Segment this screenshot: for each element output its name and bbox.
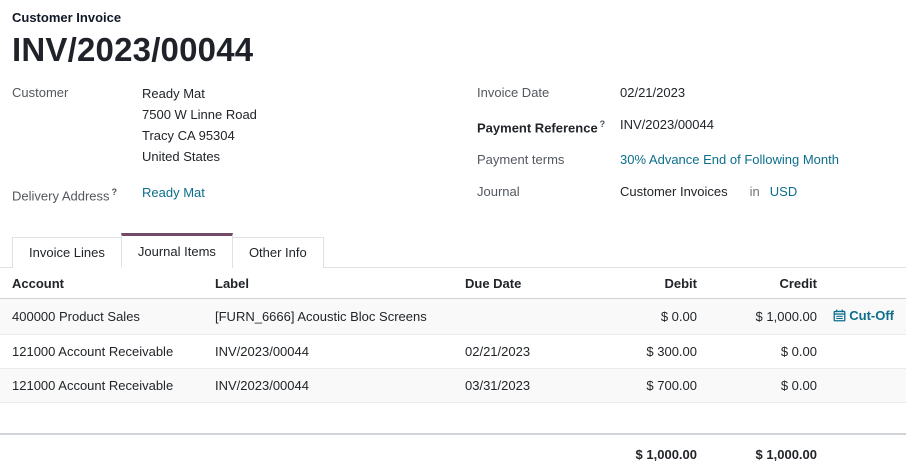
cell-debit: $ 0.00 [577, 300, 697, 333]
journal-items-table: Account Label Due Date Debit Credit 4000… [0, 268, 906, 471]
customer-link[interactable]: Ready Mat [142, 83, 257, 104]
tab-invoice-lines[interactable]: Invoice Lines [12, 237, 122, 268]
field-payment-terms: Payment terms 30% Advance End of Followi… [477, 150, 894, 169]
field-payment-reference: Payment Reference? INV/2023/00044 [477, 115, 894, 137]
customer-address-line: 7500 W Linne Road [142, 104, 257, 125]
payment-terms-label: Payment terms [477, 150, 620, 169]
field-journal: Journal Customer Invoices in USD [477, 182, 894, 201]
payment-terms-link[interactable]: 30% Advance End of Following Month [620, 150, 839, 169]
customer-address-line: Tracy CA 95304 [142, 125, 257, 146]
tab-journal-items[interactable]: Journal Items [121, 233, 233, 268]
cell-due-date [465, 308, 577, 326]
delivery-address-link[interactable]: Ready Mat [142, 183, 205, 205]
notebook-tabs: Invoice Lines Journal Items Other Info [0, 233, 906, 268]
cell-label: [FURN_6666] Acoustic Bloc Screens [215, 300, 465, 333]
field-area: Customer Ready Mat 7500 W Linne Road Tra… [0, 71, 906, 216]
journal-value[interactable]: Customer Invoices [620, 182, 728, 201]
column-header-label[interactable]: Label [215, 268, 465, 298]
customer-address-line: United States [142, 146, 257, 167]
cell-account: 121000 Account Receivable [12, 369, 215, 402]
cell-label: INV/2023/00044 [215, 335, 465, 368]
total-credit: $ 1,000.00 [697, 435, 817, 471]
journal-currency-link[interactable]: USD [770, 182, 797, 201]
total-debit: $ 1,000.00 [577, 435, 697, 471]
table-row[interactable]: 121000 Account Receivable INV/2023/00044… [0, 335, 906, 369]
calendar-icon [833, 309, 846, 322]
field-customer: Customer Ready Mat 7500 W Linne Road Tra… [12, 83, 464, 167]
payment-reference-label: Payment Reference? [477, 115, 620, 137]
cell-account: 400000 Product Sales [12, 300, 215, 333]
column-header-debit[interactable]: Debit [577, 268, 697, 298]
cell-credit: $ 1,000.00 [697, 300, 817, 333]
invoice-date-value[interactable]: 02/21/2023 [620, 83, 685, 102]
column-header-credit[interactable]: Credit [697, 268, 817, 298]
tab-other-info[interactable]: Other Info [232, 237, 324, 268]
document-type-heading: Customer Invoice [0, 10, 906, 25]
column-header-due-date[interactable]: Due Date [465, 268, 577, 298]
delivery-address-label: Delivery Address? [12, 183, 142, 205]
cell-account: 121000 Account Receivable [12, 335, 215, 368]
cell-debit: $ 300.00 [577, 335, 697, 368]
payment-reference-value[interactable]: INV/2023/00044 [620, 115, 714, 137]
cell-debit: $ 700.00 [577, 369, 697, 402]
customer-label: Customer [12, 83, 142, 167]
cell-due-date: 03/31/2023 [465, 369, 577, 402]
totals-row: $ 1,000.00 $ 1,000.00 [0, 433, 906, 471]
journal-in-word: in [750, 182, 760, 201]
table-row[interactable]: 400000 Product Sales [FURN_6666] Acousti… [0, 299, 906, 335]
journal-label: Journal [477, 182, 620, 201]
column-header-account[interactable]: Account [12, 268, 215, 298]
cell-label: INV/2023/00044 [215, 369, 465, 402]
cell-due-date: 02/21/2023 [465, 335, 577, 368]
cell-credit: $ 0.00 [697, 369, 817, 402]
invoice-number-title: INV/2023/00044 [0, 25, 906, 71]
cell-credit: $ 0.00 [697, 335, 817, 368]
help-question-mark: ? [600, 119, 606, 129]
field-delivery-address: Delivery Address? Ready Mat [12, 183, 464, 205]
field-invoice-date: Invoice Date 02/21/2023 [477, 83, 894, 102]
cut-off-button[interactable]: Cut-Off [833, 308, 894, 323]
invoice-date-label: Invoice Date [477, 83, 620, 102]
empty-table-space [0, 403, 906, 433]
table-header-row: Account Label Due Date Debit Credit [0, 268, 906, 299]
invoice-form: Customer Invoice INV/2023/00044 Customer… [0, 0, 906, 471]
help-question-mark: ? [112, 187, 118, 197]
table-row[interactable]: 121000 Account Receivable INV/2023/00044… [0, 369, 906, 403]
